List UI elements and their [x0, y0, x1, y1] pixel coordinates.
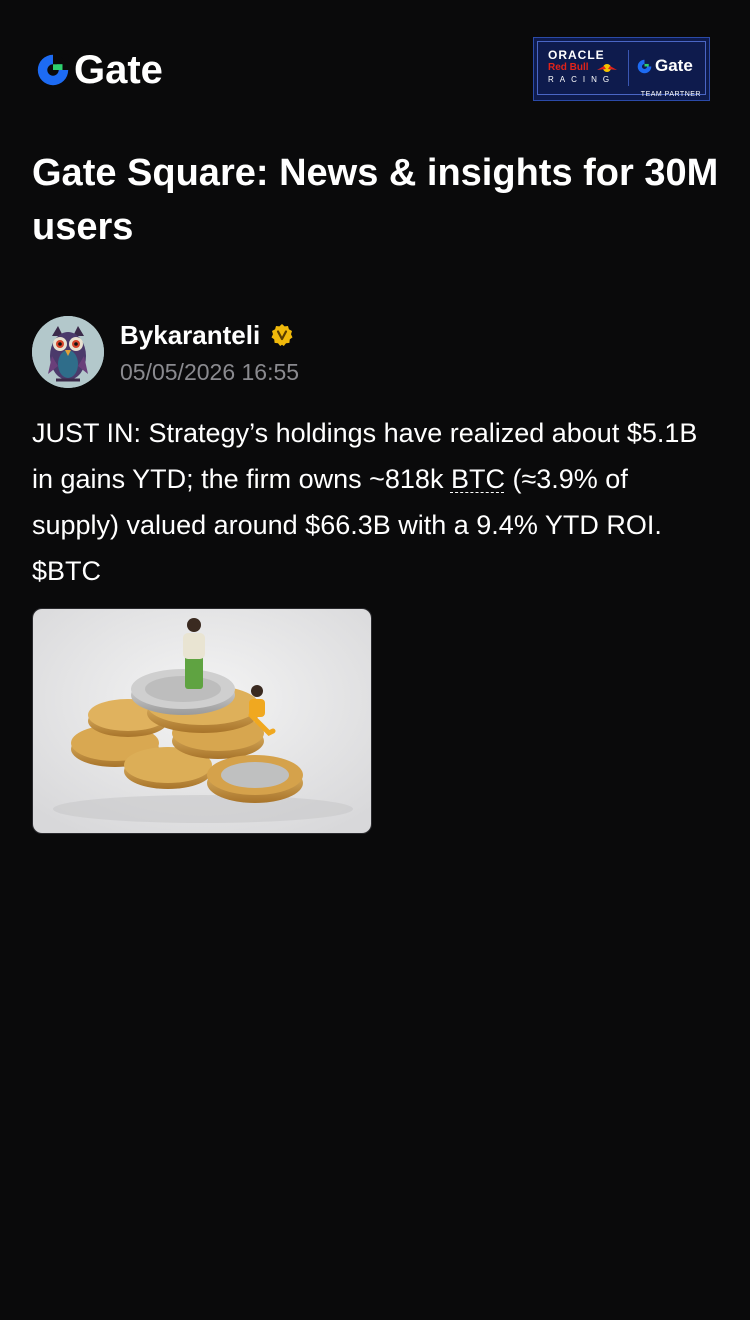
coin-stack-image	[33, 609, 371, 833]
post-author: Bykaranteli 05/05/2026 16:55	[32, 316, 722, 388]
partner-badge-frame: ORACLE Red Bull RACING Gate	[537, 41, 706, 95]
team-partner-label: TEAM PARTNER	[640, 91, 701, 98]
gate-logo-text: Gate	[74, 48, 163, 92]
partner-divider	[628, 50, 629, 86]
partner-gate-logo: Gate	[636, 56, 693, 76]
author-name[interactable]: Bykaranteli	[120, 318, 260, 352]
oracle-wordmark: ORACLE	[548, 48, 605, 62]
post-image[interactable]	[32, 608, 372, 834]
red-bull-icon	[597, 64, 617, 72]
gate-logo[interactable]: Gate	[34, 50, 163, 90]
avatar[interactable]	[32, 316, 104, 388]
gate-logo-icon	[37, 54, 69, 86]
racing-wordmark: RACING	[548, 75, 616, 84]
page-title: Gate Square: News & insights for 30M use…	[32, 152, 719, 248]
team-partner-badge[interactable]: ORACLE Red Bull RACING Gate TEAM PARTNER	[533, 37, 710, 101]
ticker-link-btc[interactable]: BTC	[451, 464, 505, 494]
post-timestamp: 05/05/2026 16:55	[120, 359, 300, 385]
owl-avatar-icon	[32, 316, 104, 388]
partner-gate-text: Gate	[655, 56, 693, 75]
red-bull-wordmark: Red Bull	[548, 62, 589, 73]
header: Gate ORACLE Red Bull RACING Gate TEAM PA…	[0, 0, 750, 120]
verified-badge-icon	[271, 324, 293, 346]
gate-logo-icon	[637, 59, 652, 73]
author-name-row: Bykaranteli	[120, 318, 294, 352]
post-body: JUST IN: Strategy’s holdings have realiz…	[32, 410, 722, 594]
